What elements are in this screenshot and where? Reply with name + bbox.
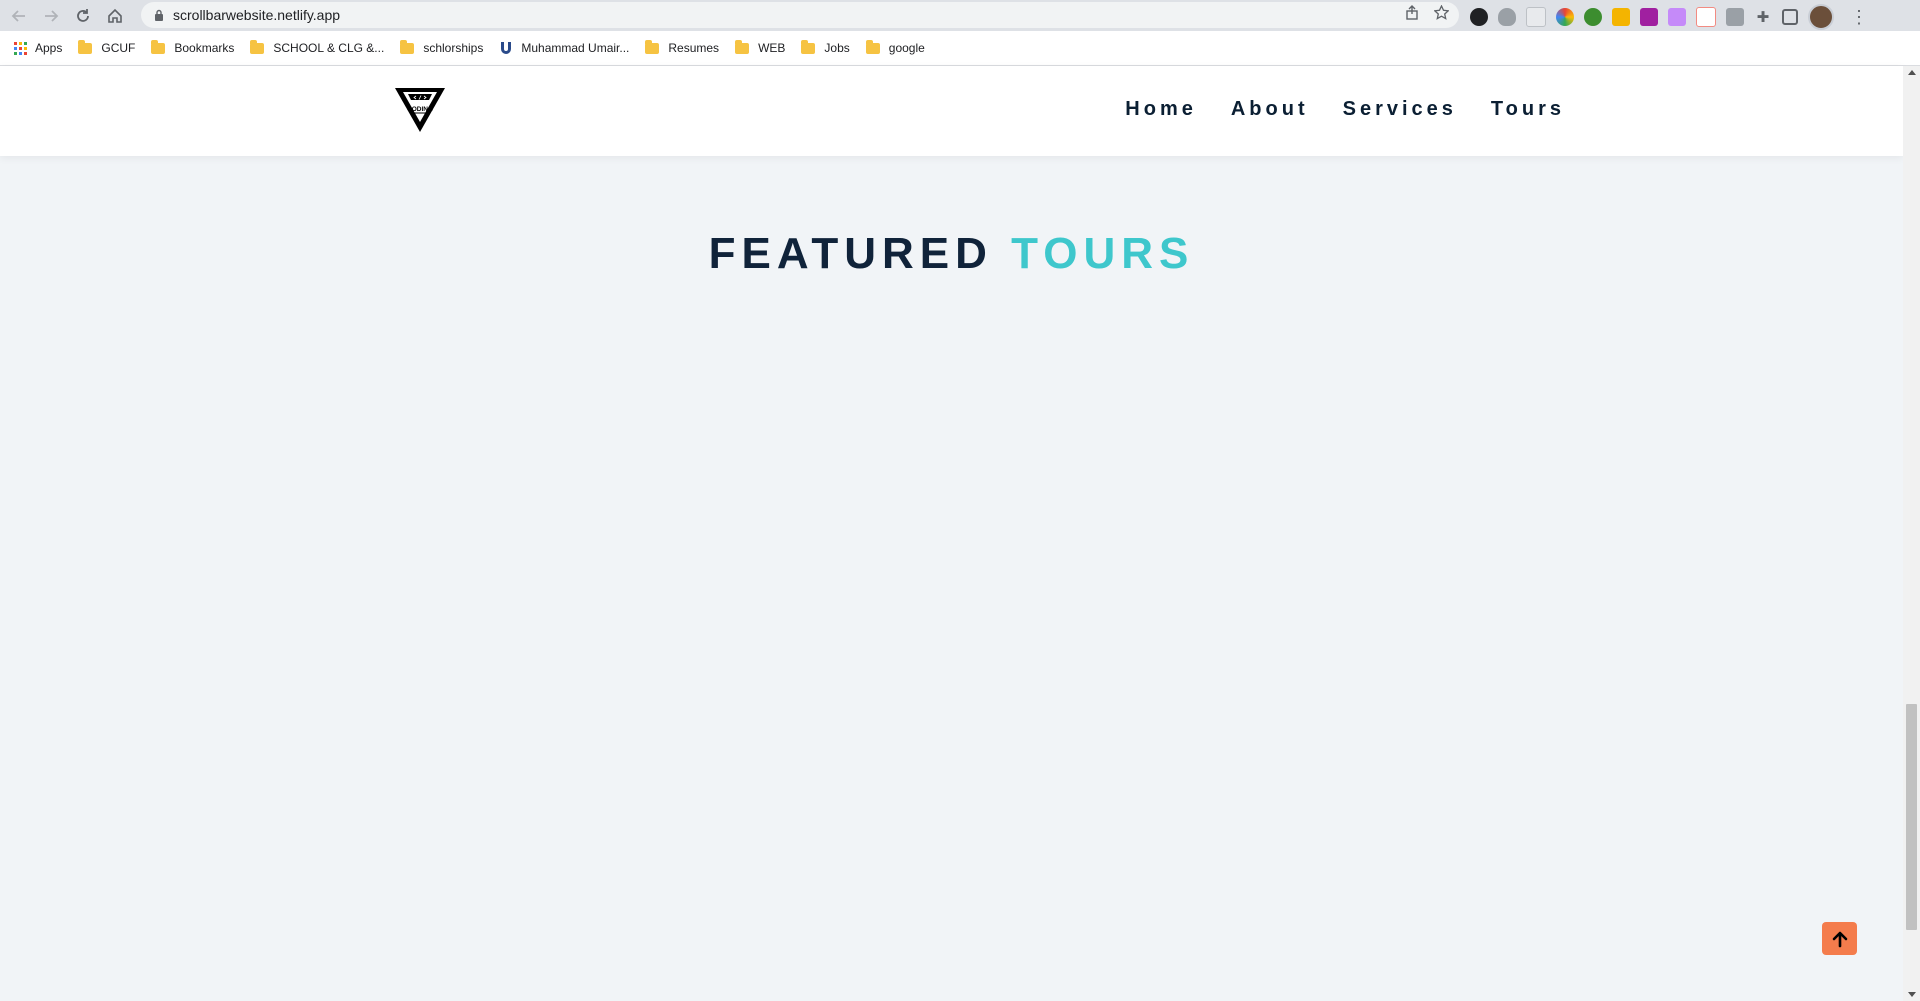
section-title-part1: FEATURED: [708, 228, 993, 278]
extension-icon[interactable]: [1526, 7, 1546, 27]
back-arrow-icon: [11, 9, 25, 22]
extension-icon[interactable]: [1584, 8, 1602, 26]
extension-icon[interactable]: [1640, 8, 1658, 26]
color-picker-icon[interactable]: [1556, 8, 1574, 26]
bookmark-label: SCHOOL & CLG &...: [273, 41, 385, 55]
bookmark-folder[interactable]: schlorships: [400, 39, 484, 55]
extension-icon[interactable]: [1612, 8, 1630, 26]
side-panel-icon[interactable]: [1782, 9, 1798, 25]
scrollbar-thumb[interactable]: [1906, 704, 1917, 930]
bookmark-folder[interactable]: SCHOOL & CLG &...: [250, 39, 385, 55]
lock-icon: [153, 8, 165, 22]
scroll-up-arrow-icon[interactable]: [1908, 70, 1916, 75]
home-icon: [108, 8, 122, 23]
folder-icon: [151, 39, 166, 54]
bookmark-label: google: [888, 41, 925, 55]
bookmark-folder[interactable]: google: [865, 39, 925, 55]
back-button[interactable]: [6, 3, 32, 29]
extension-icon[interactable]: [1470, 8, 1488, 26]
folder-icon: [78, 39, 93, 54]
bookmark-folder[interactable]: WEB: [735, 39, 786, 55]
apps-grid-icon: [14, 41, 27, 55]
bookmark-label: schlorships: [423, 41, 484, 55]
bookmarks-bar: Apps GCUF Bookmarks SCHOOL & CLG &... sc…: [0, 31, 1920, 66]
scroll-to-top-button[interactable]: [1822, 922, 1857, 955]
folder-icon: [735, 39, 750, 54]
nav-about[interactable]: About: [1231, 98, 1309, 121]
avatar[interactable]: [1808, 4, 1834, 30]
address-bar[interactable]: scrollbarwebsite.netlify.app: [141, 2, 1459, 28]
home-button[interactable]: [102, 3, 128, 29]
web-page: CODING Home About Services Tours FEATURE…: [0, 66, 1903, 1001]
bookmark-link[interactable]: Muhammad Umair...: [499, 41, 629, 55]
bookmark-label: Jobs: [824, 41, 850, 55]
folder-icon: [400, 39, 415, 54]
bookmark-label: Muhammad Umair...: [521, 41, 630, 55]
main-nav: Home About Services Tours: [1125, 98, 1565, 121]
section-title: FEATURED TOURS: [0, 229, 1903, 279]
bookmark-label: Bookmarks: [174, 41, 235, 55]
bookmark-label: WEB: [758, 41, 786, 55]
bookmark-folder[interactable]: Resumes: [645, 39, 720, 55]
bookmark-folder[interactable]: GCUF: [78, 39, 136, 55]
menu-dots-icon[interactable]: ⋮: [1850, 7, 1868, 28]
extension-icon[interactable]: [1668, 8, 1686, 26]
calendar-icon[interactable]: [1696, 7, 1716, 27]
bookmark-label: Apps: [35, 41, 63, 55]
forward-button[interactable]: [38, 3, 64, 29]
reload-icon: [77, 8, 89, 22]
section-title-part2: TOURS: [1011, 228, 1195, 278]
bookmark-star-icon[interactable]: [1433, 4, 1450, 24]
arrow-up-icon: [1832, 931, 1847, 947]
bookmark-folder[interactable]: Bookmarks: [151, 39, 235, 55]
folder-icon: [801, 39, 816, 54]
puzzle-icon[interactable]: ✚: [1754, 8, 1772, 26]
bookmark-label: Resumes: [668, 41, 720, 55]
bookmark-folder[interactable]: Jobs: [801, 39, 850, 55]
site-header: CODING Home About Services Tours: [0, 66, 1903, 156]
bookmark-apps[interactable]: Apps: [14, 41, 62, 55]
shield-icon[interactable]: [1498, 8, 1516, 26]
bookmark-label: GCUF: [101, 41, 136, 55]
browser-toolbar: scrollbarwebsite.netlify.app ✚ ⋮: [0, 0, 1920, 31]
folder-icon: [645, 39, 660, 54]
university-logo-icon: [501, 42, 512, 54]
page-scrollbar[interactable]: [1903, 66, 1920, 1001]
url-text: scrollbarwebsite.netlify.app: [173, 7, 341, 23]
coding-logo-icon: CODING: [395, 88, 445, 132]
folder-icon: [865, 39, 880, 54]
nav-services[interactable]: Services: [1343, 98, 1457, 121]
forward-arrow-icon: [45, 9, 59, 22]
reload-button[interactable]: [70, 3, 96, 29]
share-icon[interactable]: [1405, 5, 1420, 24]
nav-home[interactable]: Home: [1125, 98, 1197, 121]
site-logo[interactable]: CODING: [394, 86, 446, 134]
extensions-area: ✚ ⋮: [1470, 4, 1868, 30]
extension-icon[interactable]: [1726, 8, 1744, 26]
scroll-down-arrow-icon[interactable]: [1908, 992, 1916, 997]
logo-text: CODING: [407, 106, 433, 113]
folder-icon: [250, 39, 265, 54]
nav-tours[interactable]: Tours: [1491, 98, 1565, 121]
